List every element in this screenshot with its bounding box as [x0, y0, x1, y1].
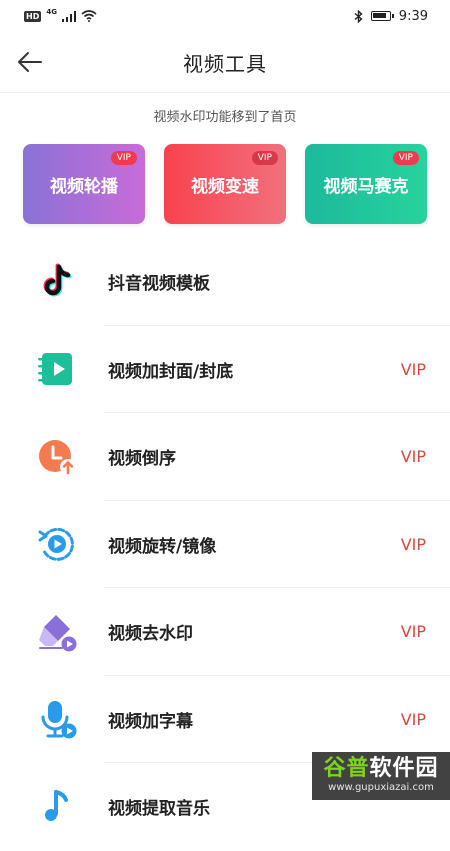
list-item-label: 抖音视频模板	[108, 274, 210, 295]
list-item-label: 视频倒序	[108, 449, 176, 470]
bluetooth-icon	[354, 9, 363, 23]
watermark-title-part1: 谷普	[323, 756, 370, 781]
list-item-tiktok-template[interactable]: 抖音视频模板	[0, 238, 450, 326]
signal-icon	[61, 10, 76, 22]
tile-video-speed[interactable]: VIP 视频变速	[164, 144, 286, 224]
feature-tiles: VIP 视频轮播 VIP 视频变速 VIP 视频马赛克	[23, 144, 427, 224]
notice-text: 视频水印功能移到了首页	[153, 110, 297, 125]
list-item-rotate[interactable]: 视频旋转/镜像 VIP	[0, 501, 450, 588]
app-header: 视频工具	[0, 32, 450, 93]
vip-label: VIP	[400, 622, 426, 642]
list-item-label: 视频加字幕	[108, 711, 193, 732]
back-arrow-icon	[18, 52, 42, 72]
status-left: HD 4G	[24, 8, 97, 22]
vip-label: VIP	[400, 709, 426, 729]
list-item-label: 视频提取音乐	[108, 799, 210, 820]
list-item-subtitle[interactable]: 视频加字幕 VIP	[0, 676, 450, 763]
status-right: 9:39	[354, 9, 428, 24]
vip-label: VIP	[400, 359, 426, 379]
music-note-icon	[45, 789, 68, 821]
tile-label: 视频变速	[191, 176, 259, 197]
rotate-play-icon	[38, 528, 74, 562]
tiktok-icon	[43, 263, 72, 297]
hd-badge: HD	[24, 10, 42, 22]
watermark-title: 谷普软件园	[323, 757, 438, 781]
site-watermark: 谷普软件园 www.gupuxiazai.com	[312, 752, 450, 800]
reverse-clock-icon	[39, 439, 76, 475]
list-item-label: 视频去水印	[108, 624, 193, 645]
list-item-label: 视频旋转/镜像	[108, 536, 217, 557]
watermark-url: www.gupuxiazai.com	[328, 782, 434, 793]
list-item-remove-watermark[interactable]: 视频去水印 VIP	[0, 588, 450, 676]
vip-badge: VIP	[392, 151, 419, 165]
video-notebook-icon	[38, 353, 72, 386]
vip-label: VIP	[400, 534, 426, 554]
network-type: 4G	[46, 8, 57, 16]
list-item-cover[interactable]: 视频加封面/封底 VIP	[0, 326, 450, 413]
back-button[interactable]	[14, 46, 46, 78]
list-item-label: 视频加封面/封底	[108, 361, 234, 382]
vip-badge: VIP	[251, 151, 278, 165]
microphone-icon	[41, 701, 77, 739]
eraser-icon	[39, 614, 77, 652]
wifi-icon	[81, 10, 97, 22]
battery-icon	[370, 11, 394, 21]
tile-video-carousel[interactable]: VIP 视频轮播	[23, 144, 145, 224]
status-bar: HD 4G 9:39	[0, 0, 450, 32]
status-time: 9:39	[398, 8, 428, 24]
tile-label: 视频马赛克	[323, 176, 409, 197]
page-title: 视频工具	[183, 51, 267, 76]
watermark-title-part2: 软件园	[369, 756, 439, 781]
vip-badge: VIP	[110, 151, 137, 165]
vip-label: VIP	[400, 447, 426, 467]
tile-video-mosaic[interactable]: VIP 视频马赛克	[305, 144, 427, 224]
tile-label: 视频轮播	[50, 176, 118, 197]
list-item-reverse[interactable]: 视频倒序 VIP	[0, 413, 450, 501]
